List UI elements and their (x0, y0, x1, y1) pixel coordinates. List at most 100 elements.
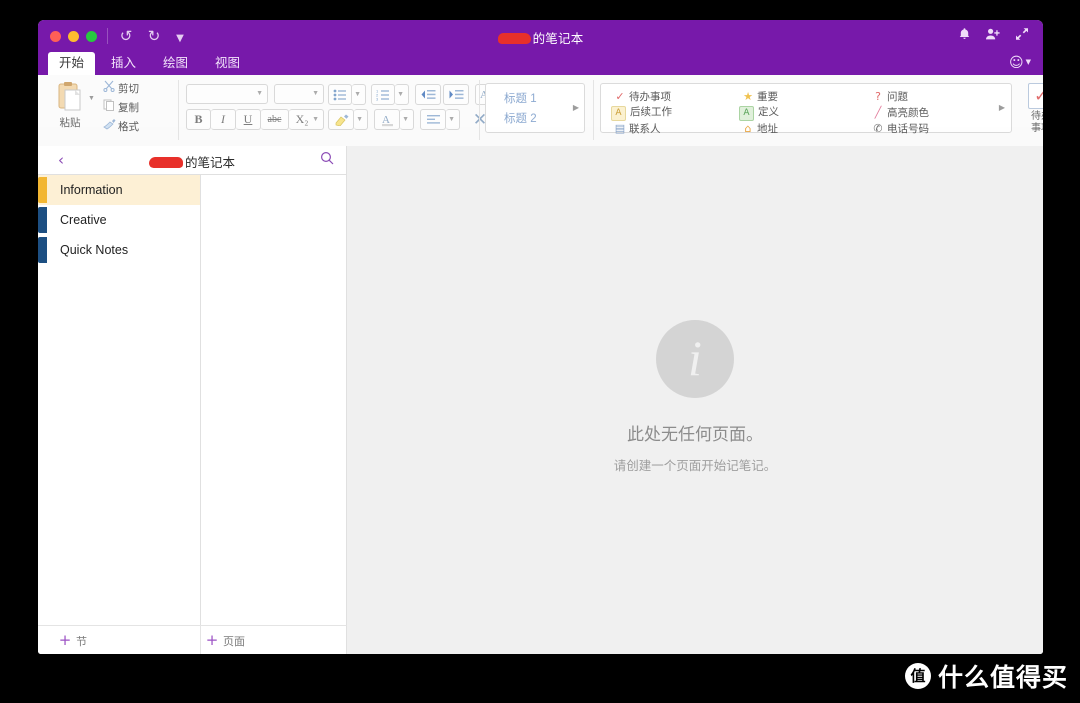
styles-gallery[interactable]: 标题 1 标题 2 ▶ (485, 83, 585, 133)
align-button[interactable] (420, 109, 446, 130)
tag-definition[interactable]: A 定义 (739, 105, 779, 121)
add-section-button[interactable]: + 节 (54, 626, 87, 654)
search-icon[interactable] (320, 151, 334, 171)
font-name-select[interactable]: ▼ (186, 84, 268, 104)
numbering-dropdown[interactable]: ▼ (395, 84, 409, 105)
add-section-label: 节 (76, 636, 87, 648)
chevron-down-icon: ▼ (312, 115, 319, 123)
tag-label: 后续工作 (630, 106, 672, 118)
font-color-button[interactable]: A (374, 109, 400, 130)
paste-button[interactable]: 粘贴 ▼ (44, 77, 96, 130)
highlight-dropdown[interactable]: ▼ (354, 109, 368, 130)
sidebar-item-information[interactable]: Information (38, 175, 200, 205)
tab-home[interactable]: 开始 (48, 52, 96, 75)
outdent-icon (416, 85, 440, 104)
align-left-icon (421, 110, 445, 129)
subscript-button[interactable]: X₂ ▼ (289, 109, 324, 130)
add-user-icon[interactable] (985, 27, 1001, 47)
add-page-label: 页面 (223, 636, 245, 648)
font-color-icon: A (375, 110, 399, 129)
numbering-button[interactable]: 1 2 3 (371, 84, 395, 105)
paintbrush-icon (100, 118, 118, 136)
section-label: Quick Notes (60, 243, 129, 257)
tag-label: 问题 (887, 91, 908, 103)
chevron-down-icon: ▼ (397, 90, 404, 98)
chevron-down-icon: ▼ (402, 115, 409, 123)
bullets-button[interactable] (328, 84, 352, 105)
expand-icon[interactable] (1015, 27, 1029, 47)
tab-draw[interactable]: 绘图 (152, 52, 199, 75)
redaction-mark (497, 33, 531, 45)
copy-button[interactable]: 复制 (100, 99, 139, 116)
section-color-tab (38, 177, 47, 203)
bold-button[interactable]: B (186, 109, 211, 130)
cut-button[interactable]: 剪切 (100, 80, 139, 97)
tab-insert[interactable]: 插入 (100, 52, 147, 75)
emoji-button[interactable]: ☺ ▼ (1009, 54, 1031, 75)
tag-todo[interactable]: ✓ 待办事项 (611, 89, 671, 104)
increase-indent-button[interactable] (443, 84, 469, 105)
bullets-dropdown[interactable]: ▼ (352, 84, 366, 105)
todo-tag-label: 待办 事项 (1016, 111, 1043, 134)
phone-icon: ✆ (873, 122, 883, 135)
ribbon-tab-strip: 开始 插入 绘图 视图 ☺ ▼ (38, 52, 1043, 75)
sidebar-item-quick-notes[interactable]: Quick Notes (38, 235, 200, 265)
main-body: ‹ 的笔记本 Information Creative Quick Notes … (38, 146, 1043, 654)
svg-text:3: 3 (376, 96, 379, 101)
chevron-down-icon: ▼ (256, 90, 263, 97)
format-painter-button[interactable]: 格式 (100, 118, 139, 135)
page-list[interactable] (201, 175, 347, 626)
cut-label: 剪切 (118, 83, 139, 95)
style-heading-1[interactable]: 标题 1 (504, 90, 537, 106)
tag-important[interactable]: ★ 重要 (739, 89, 778, 104)
text-highlight-button[interactable] (328, 109, 354, 130)
font-color-dropdown[interactable]: ▼ (400, 109, 414, 130)
ribbon-divider (593, 80, 594, 140)
style-heading-2[interactable]: 标题 2 (504, 110, 537, 126)
chevron-down-icon[interactable]: ▼ (88, 95, 95, 102)
tag-followup[interactable]: A 后续工作 (611, 105, 672, 121)
indent-icon (444, 85, 468, 104)
tag-question[interactable]: ? 问题 (869, 89, 908, 104)
tags-gallery[interactable]: ✓ 待办事项 A 后续工作 ▤ 联系人 ★ 重要 A 定义 ⌂ 地址 ? 问题 ╱ 高亮颜色 (600, 83, 1012, 136)
tab-view[interactable]: 视图 (204, 52, 251, 75)
add-page-button[interactable]: + 页面 (201, 626, 245, 654)
align-dropdown[interactable]: ▼ (446, 109, 460, 130)
info-icon: i (656, 320, 734, 398)
todo-tag-button[interactable]: ✓ 待办 事项 (1016, 81, 1043, 134)
info-glyph: i (688, 330, 702, 386)
section-label: Information (60, 183, 123, 197)
back-chevron-icon[interactable]: ‹ (58, 150, 64, 170)
tag-contact[interactable]: ▤ 联系人 (611, 121, 661, 136)
section-color-tab (38, 237, 47, 263)
chevron-down-icon: ▼ (312, 90, 319, 97)
notebook-title: 的笔记本 (78, 152, 306, 171)
bulleted-list-icon (329, 85, 351, 104)
styles-more-icon[interactable]: ▶ (573, 103, 579, 112)
sidebar-item-creative[interactable]: Creative (38, 205, 200, 235)
tags-more-icon[interactable]: ▶ (999, 103, 1005, 112)
font-size-select[interactable]: ▼ (274, 84, 324, 104)
chevron-down-icon: ▼ (354, 90, 361, 98)
italic-button[interactable]: I (211, 109, 236, 130)
ribbon-toolbar: 粘贴 ▼ 剪切 复制 格式 ▼ ▼ B I U abc X₂ ▼ ▼ 1 2 3… (38, 75, 1043, 147)
tag-label: 重要 (757, 91, 778, 103)
tag-label: 定义 (758, 106, 779, 118)
tag-phone-number[interactable]: ✆ 电话号码 (869, 121, 929, 136)
tag-highlight-color[interactable]: ╱ 高亮颜色 (869, 105, 929, 120)
bold-icon: B (194, 112, 203, 126)
copy-icon (100, 99, 118, 117)
underline-button[interactable]: U (236, 109, 261, 130)
tag-address[interactable]: ⌂ 地址 (739, 121, 779, 136)
tag-label: 电话号码 (887, 123, 929, 135)
italic-icon: I (221, 112, 225, 126)
decrease-indent-button[interactable] (415, 84, 441, 105)
slash-icon: ╱ (874, 106, 882, 119)
ribbon-divider (479, 80, 480, 140)
add-bar: + 节 + 页面 (38, 625, 347, 654)
plus-icon: + (205, 631, 219, 649)
tag-label: 联系人 (629, 123, 661, 135)
note-canvas[interactable]: i 此处无任何页面。 请创建一个页面开始记笔记。 (347, 146, 1043, 654)
bell-icon[interactable] (958, 27, 971, 47)
watermark: 值 什么值得买 (904, 659, 1068, 693)
